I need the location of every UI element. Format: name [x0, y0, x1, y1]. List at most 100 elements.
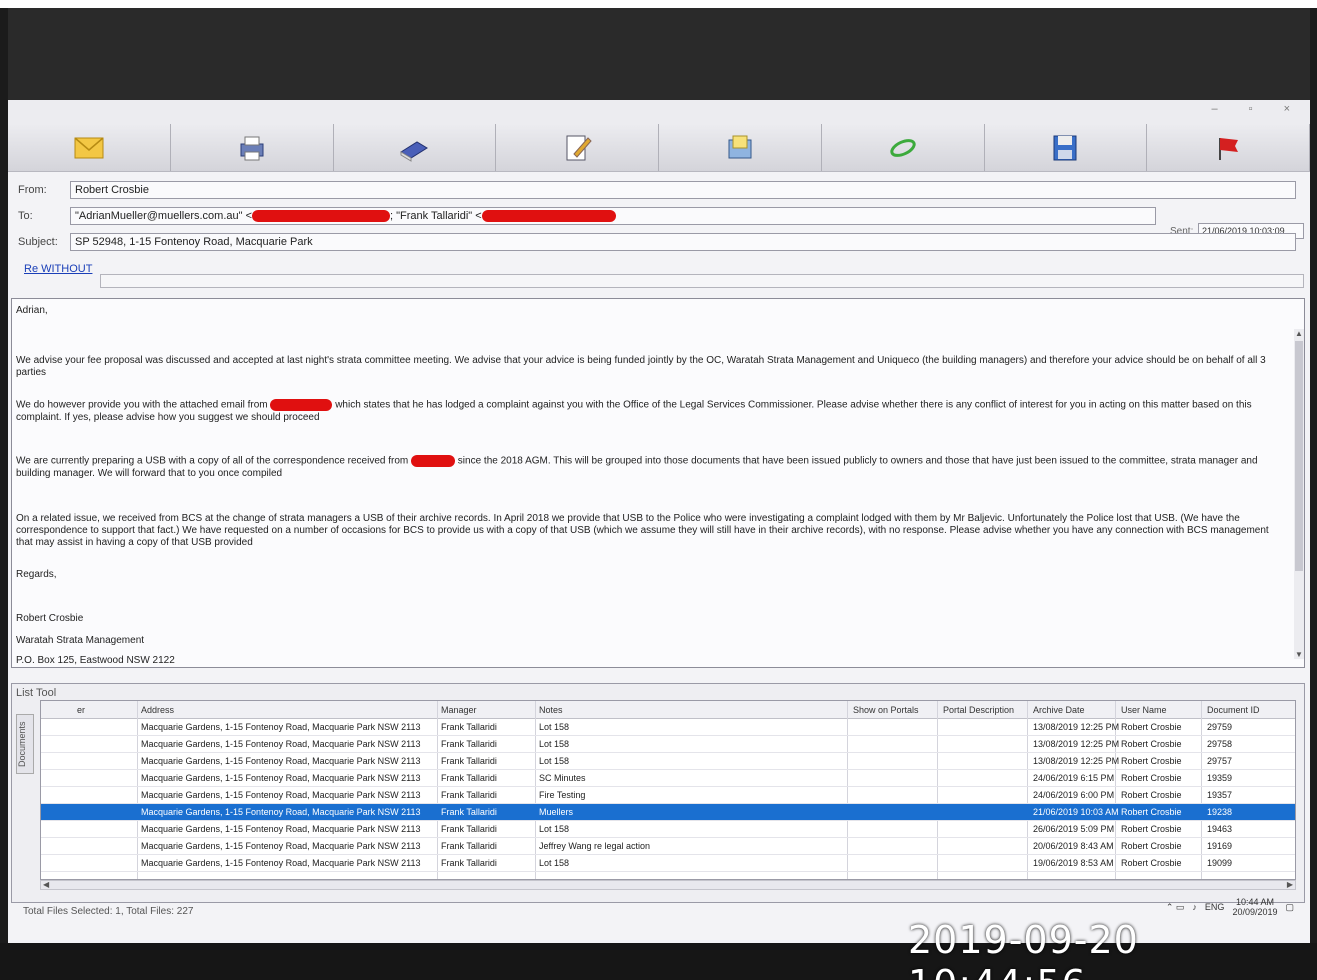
redaction-mark — [270, 399, 333, 411]
subject-label: Subject: — [18, 236, 58, 248]
cell-address: Macquarie Gardens, 1-15 Fontenoy Road, M… — [141, 722, 421, 732]
signature-name: Robert Crosbie — [16, 613, 84, 624]
to-row: To: "AdrianMueller@muellers.com.au" < ; "… — [18, 206, 1156, 226]
scroll-down-icon[interactable]: ▼ — [1295, 650, 1303, 659]
subject-field[interactable]: SP 52948, 1-15 Fontenoy Road, Macquarie … — [70, 233, 1296, 251]
notification-icon[interactable]: ▢ — [1285, 902, 1294, 913]
book-icon — [400, 140, 429, 162]
table-row[interactable]: Macquarie Gardens, 1-15 Fontenoy Road, M… — [41, 753, 1295, 770]
cell-document-id: 19359 — [1207, 773, 1233, 783]
col-header-portal-description[interactable]: Portal Description — [943, 705, 1014, 715]
clock-date: 20/09/2019 — [1232, 907, 1278, 917]
volume-icon[interactable]: ♪ — [1192, 902, 1197, 912]
paperclip-icon — [889, 138, 916, 157]
col-header-notes[interactable]: Notes — [539, 705, 563, 715]
envelope-icon — [74, 136, 104, 158]
cell-address: Macquarie Gardens, 1-15 Fontenoy Road, M… — [141, 824, 421, 834]
system-tray: ⌃ ▭ ♪ ENG 10:44 AM 20/09/2019 ▢ — [1166, 897, 1294, 917]
to-field[interactable]: "AdrianMueller@muellers.com.au" < ; "Fran… — [70, 207, 1156, 225]
email-headers: From: Robert Crosbie To: "AdrianMueller@… — [8, 174, 1310, 302]
redaction-mark — [411, 455, 456, 467]
network-icon[interactable]: ⌃ ▭ — [1166, 902, 1185, 913]
col-header-archive-date[interactable]: Archive Date — [1033, 705, 1085, 715]
cell-user-name: Robert Crosbie — [1121, 841, 1182, 851]
cell-archive-date: 26/06/2019 5:09 PM — [1033, 824, 1115, 834]
edit-note-icon — [566, 135, 592, 160]
cell-manager: Frank Tallaridi — [441, 807, 497, 817]
cell-document-id: 19463 — [1207, 824, 1233, 834]
window-controls[interactable]: – ▫ × — [1211, 103, 1304, 115]
reply-email-button[interactable] — [8, 124, 171, 171]
print-button[interactable] — [170, 124, 334, 171]
grid-horizontal-scrollbar[interactable]: ◀ ▶ — [40, 880, 1296, 890]
cell-user-name: Robert Crosbie — [1121, 773, 1182, 783]
table-row[interactable]: Macquarie Gardens, 1-15 Fontenoy Road, M… — [41, 821, 1295, 838]
table-row[interactable]: Macquarie Gardens, 1-15 Fontenoy Road, M… — [41, 736, 1295, 753]
to-recipient-2: ; "Frank Tallaridi" < — [390, 210, 482, 222]
cell-address: Macquarie Gardens, 1-15 Fontenoy Road, M… — [141, 841, 421, 851]
paragraph-2: We do however provide you with the attac… — [16, 399, 1286, 424]
grid-header: er Address Manager Notes Show on Portals… — [41, 701, 1295, 719]
list-tool-title: List Tool — [16, 687, 57, 699]
col-header-er[interactable]: er — [77, 705, 85, 715]
cell-user-name: Robert Crosbie — [1121, 722, 1182, 732]
col-header-address[interactable]: Address — [141, 705, 174, 715]
cell-manager: Frank Tallaridi — [441, 841, 497, 851]
table-row[interactable]: Macquarie Gardens, 1-15 Fontenoy Road, M… — [41, 770, 1295, 787]
redaction-mark — [252, 210, 391, 223]
col-header-user-name[interactable]: User Name — [1121, 705, 1167, 715]
paragraph-1: We advise your fee proposal was discusse… — [16, 355, 1266, 378]
from-field[interactable]: Robert Crosbie — [70, 181, 1296, 199]
cell-notes: Lot 158 — [539, 722, 570, 732]
list-tool: List Tool Documents er Address Manager N… — [11, 683, 1305, 903]
cell-archive-date: 13/08/2019 12:25 PM — [1033, 756, 1120, 766]
status-text: Total Files Selected: 1, Total Files: 22… — [23, 906, 194, 917]
signature-address: P.O. Box 125, Eastwood NSW 2122 — [16, 655, 175, 666]
cell-notes: Muellers — [539, 807, 574, 817]
col-header-show-on-portals[interactable]: Show on Portals — [853, 705, 919, 715]
table-row[interactable]: Macquarie Gardens, 1-15 Fontenoy Road, M… — [41, 855, 1295, 872]
cell-document-id: 19099 — [1207, 858, 1233, 868]
email-body[interactable]: Adrian, We advise your fee proposal was … — [11, 298, 1305, 668]
documents-tab[interactable]: Documents — [16, 714, 34, 774]
attach-button[interactable] — [821, 124, 985, 171]
cell-manager: Frank Tallaridi — [441, 790, 497, 800]
table-row[interactable]: Macquarie Gardens, 1-15 Fontenoy Road, M… — [41, 787, 1295, 804]
address-book-button[interactable] — [333, 124, 497, 171]
scroll-left-icon[interactable]: ◀ — [43, 880, 49, 889]
cell-address: Macquarie Gardens, 1-15 Fontenoy Road, M… — [141, 773, 421, 783]
notes-button[interactable] — [659, 124, 822, 171]
to-recipient-1: "AdrianMueller@muellers.com.au" < — [75, 210, 253, 222]
edit-button[interactable] — [496, 124, 659, 171]
cell-document-id: 29758 — [1207, 739, 1233, 749]
subject-row: Subject: SP 52948, 1-15 Fontenoy Road, M… — [18, 232, 1296, 252]
cell-user-name: Robert Crosbie — [1121, 824, 1182, 834]
language-indicator[interactable]: ENG — [1205, 902, 1225, 912]
cell-archive-date: 13/08/2019 12:25 PM — [1033, 739, 1120, 749]
col-header-manager[interactable]: Manager — [441, 705, 477, 715]
attachment-link[interactable]: Re WITHOUT — [24, 263, 92, 275]
cell-manager: Frank Tallaridi — [441, 739, 497, 749]
cell-archive-date: 19/06/2019 8:53 AM — [1033, 858, 1114, 868]
scroll-right-icon[interactable]: ▶ — [1287, 880, 1293, 889]
cell-user-name: Robert Crosbie — [1121, 790, 1182, 800]
taskbar-clock[interactable]: 10:44 AM 20/09/2019 — [1232, 897, 1277, 917]
scroll-thumb[interactable] — [1295, 341, 1303, 571]
cell-user-name: Robert Crosbie — [1121, 756, 1182, 766]
save-disk-icon — [1053, 135, 1077, 160]
cell-manager: Frank Tallaridi — [441, 824, 497, 834]
cell-archive-date: 21/06/2019 10:03 AM — [1033, 807, 1119, 817]
table-row[interactable]: ▶Macquarie Gardens, 1-15 Fontenoy Road, … — [41, 804, 1295, 821]
flag-icon — [1219, 137, 1239, 160]
attachment-bar — [100, 274, 1304, 288]
body-scrollbar[interactable]: ▲ ▼ — [1294, 329, 1304, 659]
save-button[interactable] — [984, 124, 1148, 171]
flag-button[interactable] — [1147, 124, 1310, 171]
table-row[interactable]: Macquarie Gardens, 1-15 Fontenoy Road, M… — [41, 838, 1295, 855]
regards: Regards, — [16, 569, 57, 580]
scroll-up-icon[interactable]: ▲ — [1295, 329, 1303, 338]
col-header-document-id[interactable]: Document ID — [1207, 705, 1260, 715]
cell-manager: Frank Tallaridi — [441, 773, 497, 783]
table-row[interactable]: Macquarie Gardens, 1-15 Fontenoy Road, M… — [41, 719, 1295, 736]
cell-notes: Jeffrey Wang re legal action — [539, 841, 651, 851]
